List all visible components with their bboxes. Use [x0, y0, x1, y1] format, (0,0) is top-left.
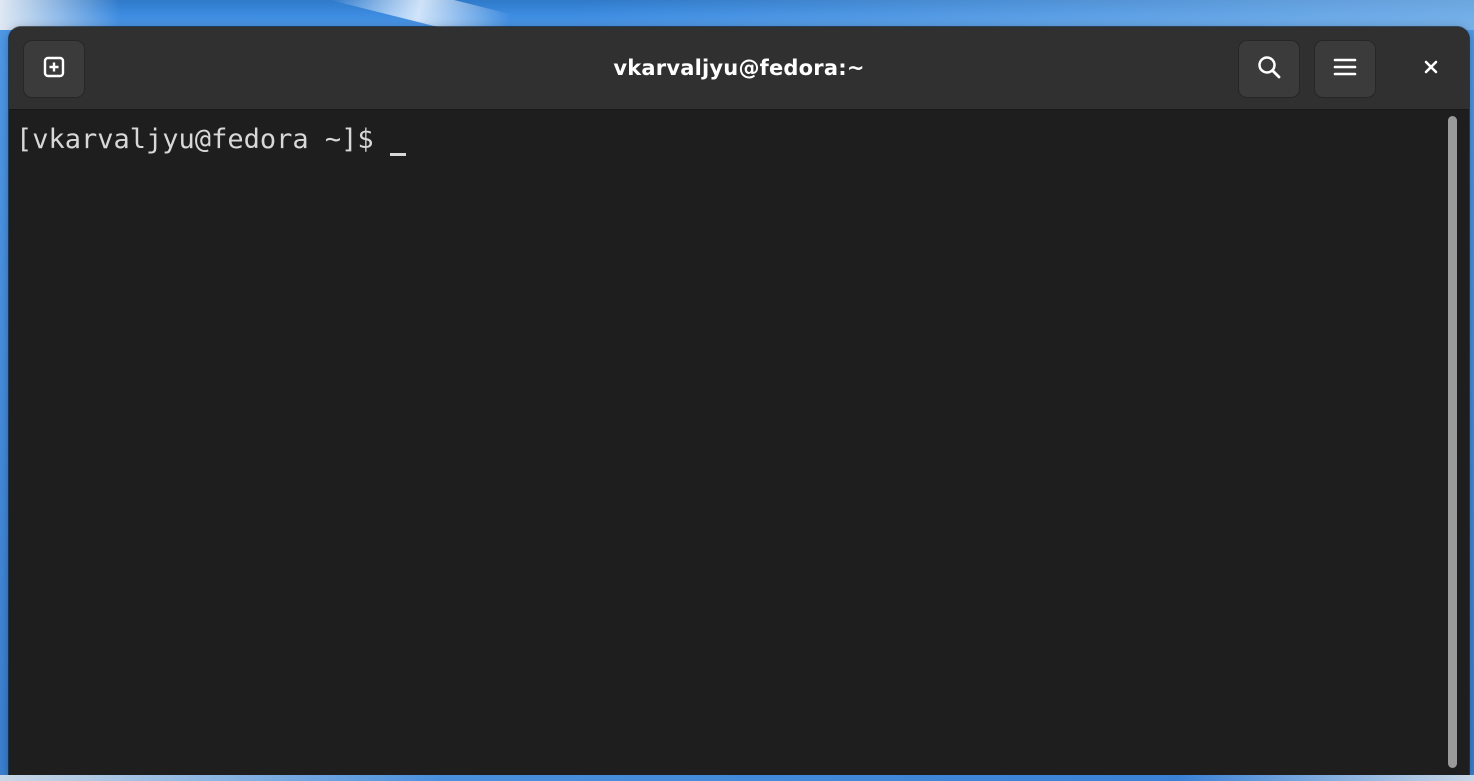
- window-title: vkarvaljyu@fedora:~: [613, 56, 865, 80]
- desktop-highlight: [0, 0, 120, 30]
- terminal-prompt-line: [vkarvaljyu@fedora ~]$: [16, 122, 406, 158]
- new-tab-plus-icon: [43, 56, 65, 83]
- search-icon: [1256, 54, 1282, 85]
- search-button[interactable]: [1238, 40, 1300, 98]
- close-button[interactable]: [1405, 40, 1457, 98]
- hamburger-menu-icon: [1333, 56, 1357, 83]
- headerbar: vkarvaljyu@fedora:~: [9, 27, 1469, 110]
- desktop-bottom-edge: [0, 775, 1474, 781]
- main-menu-button[interactable]: [1314, 40, 1376, 98]
- text-cursor: [389, 122, 406, 158]
- desktop-glow: [574, 0, 1474, 30]
- new-tab-button[interactable]: [23, 40, 85, 98]
- shell-prompt: [vkarvaljyu@fedora ~]$: [16, 124, 390, 155]
- scrollbar-thumb[interactable]: [1448, 116, 1457, 768]
- terminal-window: vkarvaljyu@fedora:~ [vkarvaljyu@fedora ~…: [9, 27, 1469, 775]
- scrollbar[interactable]: [1445, 116, 1459, 768]
- terminal-area[interactable]: [vkarvaljyu@fedora ~]$: [9, 110, 1469, 775]
- close-icon: [1423, 59, 1439, 80]
